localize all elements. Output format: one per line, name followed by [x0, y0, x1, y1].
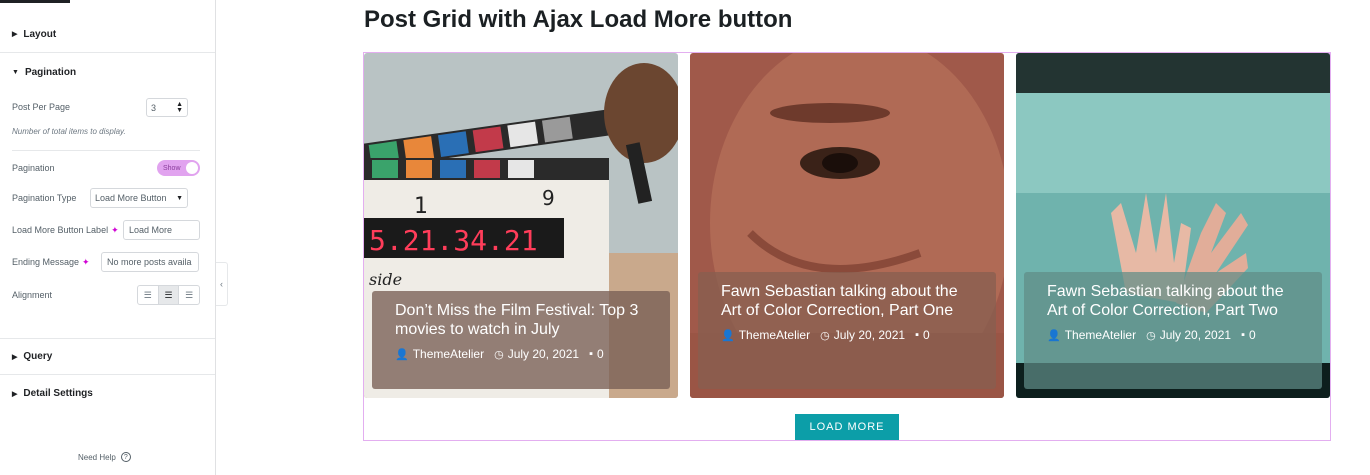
svg-text:5.21.34.21: 5.21.34.21: [369, 224, 538, 257]
ending-message-label: Ending Message: [12, 257, 80, 267]
post-card[interactable]: 5.21.34.21 1 9 side Don’t Miss the Film …: [364, 53, 678, 398]
post-date[interactable]: July 20, 2021: [508, 347, 579, 361]
post-per-page-input[interactable]: 3 ▲ ▼: [146, 98, 188, 117]
post-author[interactable]: ThemeAtelier: [413, 347, 484, 361]
post-per-page-value: 3: [151, 102, 157, 113]
section-label: Layout: [23, 28, 57, 40]
svg-text:side: side: [369, 270, 402, 289]
post-meta: 👤 ThemeAtelier ◷ July 20, 2021 ▪ 0: [395, 347, 652, 361]
pagination-toggle[interactable]: Show: [157, 160, 200, 176]
active-tab-indicator: [0, 0, 70, 3]
load-more-label-label: Load More Button Label: [12, 225, 109, 235]
comment-icon: ▪: [589, 348, 593, 360]
post-card[interactable]: Fawn Sebastian talking about the Art of …: [1016, 53, 1330, 398]
post-date[interactable]: July 20, 2021: [1160, 328, 1231, 342]
caret-right-icon: ▶: [12, 390, 18, 398]
load-more-label-input[interactable]: Load More: [123, 220, 200, 240]
dynamic-tags-icon[interactable]: ✦: [82, 257, 90, 268]
divider: [12, 150, 200, 151]
post-per-page-hint: Number of total items to display.: [12, 127, 126, 136]
post-title[interactable]: Fawn Sebastian talking about the Art of …: [721, 282, 978, 320]
clock-icon: ◷: [1146, 329, 1156, 342]
comment-icon: ▪: [915, 329, 919, 341]
caret-down-icon: ▼: [12, 69, 19, 76]
pagination-type-value: Load More Button: [95, 193, 167, 203]
dynamic-tags-icon[interactable]: ✦: [111, 225, 119, 236]
section-label: Detail Settings: [23, 388, 93, 399]
post-comments[interactable]: 0: [1249, 328, 1256, 342]
post-caption: Fawn Sebastian talking about the Art of …: [1024, 272, 1322, 389]
chevron-down-icon: ▼: [176, 195, 183, 202]
clock-icon: ◷: [494, 348, 504, 361]
section-query[interactable]: ▶ Query: [0, 338, 215, 375]
user-icon: 👤: [395, 348, 409, 361]
caret-right-icon: ▶: [12, 31, 18, 38]
settings-panel: ▶ Layout ▼ Pagination Post Per Page 3 ▲ ▼…: [0, 0, 216, 475]
section-pagination[interactable]: ▼ Pagination: [0, 54, 215, 91]
chevron-left-icon: ‹: [220, 279, 223, 289]
section-layout[interactable]: ▶ Layout: [0, 16, 215, 53]
section-detail-settings[interactable]: ▶ Detail Settings: [0, 375, 215, 412]
align-right-icon[interactable]: ☰: [179, 286, 199, 304]
post-title[interactable]: Fawn Sebastian talking about the Art of …: [1047, 282, 1304, 320]
post-comments[interactable]: 0: [923, 328, 930, 342]
svg-text:9: 9: [542, 186, 555, 210]
caret-right-icon: ▶: [12, 353, 18, 361]
post-caption: Fawn Sebastian talking about the Art of …: [698, 272, 996, 389]
post-author[interactable]: ThemeAtelier: [739, 328, 810, 342]
post-grid-widget[interactable]: ✎: [363, 52, 1331, 441]
need-help-label: Need Help: [78, 452, 116, 462]
collapse-panel-button[interactable]: ‹: [216, 262, 228, 306]
post-card[interactable]: Fawn Sebastian talking about the Art of …: [690, 53, 1004, 398]
post-meta: 👤 ThemeAtelier ◷ July 20, 2021 ▪ 0: [1047, 328, 1304, 342]
need-help-link[interactable]: Need Help ?: [78, 452, 131, 462]
post-author[interactable]: ThemeAtelier: [1065, 328, 1136, 342]
svg-text:1: 1: [414, 194, 428, 219]
clock-icon: ◷: [820, 329, 830, 342]
post-comments[interactable]: 0: [597, 347, 604, 361]
ending-message-input[interactable]: No more posts availa: [101, 252, 199, 272]
pagination-type-select[interactable]: Load More Button ▼: [90, 188, 188, 208]
section-label: Pagination: [24, 67, 77, 78]
post-title[interactable]: Don’t Miss the Film Festival: Top 3 movi…: [395, 301, 652, 339]
toggle-knob: [186, 162, 198, 174]
spinner-icon[interactable]: ▲ ▼: [176, 101, 183, 114]
align-left-icon[interactable]: ☰: [138, 286, 159, 304]
user-icon: 👤: [721, 329, 735, 342]
section-label: Query: [23, 351, 53, 362]
question-icon: ?: [120, 452, 131, 462]
toggle-label: Show: [163, 164, 181, 172]
post-caption: Don’t Miss the Film Festival: Top 3 movi…: [372, 291, 670, 389]
load-more-button[interactable]: LOAD MORE: [795, 414, 899, 440]
post-meta: 👤 ThemeAtelier ◷ July 20, 2021 ▪ 0: [721, 328, 978, 342]
align-center-icon[interactable]: ☰: [158, 286, 180, 304]
post-date[interactable]: July 20, 2021: [834, 328, 905, 342]
alignment-control: ☰ ☰ ☰: [137, 285, 200, 305]
page-heading: Post Grid with Ajax Load More button: [364, 6, 793, 33]
comment-icon: ▪: [1241, 329, 1245, 341]
user-icon: 👤: [1047, 329, 1061, 342]
